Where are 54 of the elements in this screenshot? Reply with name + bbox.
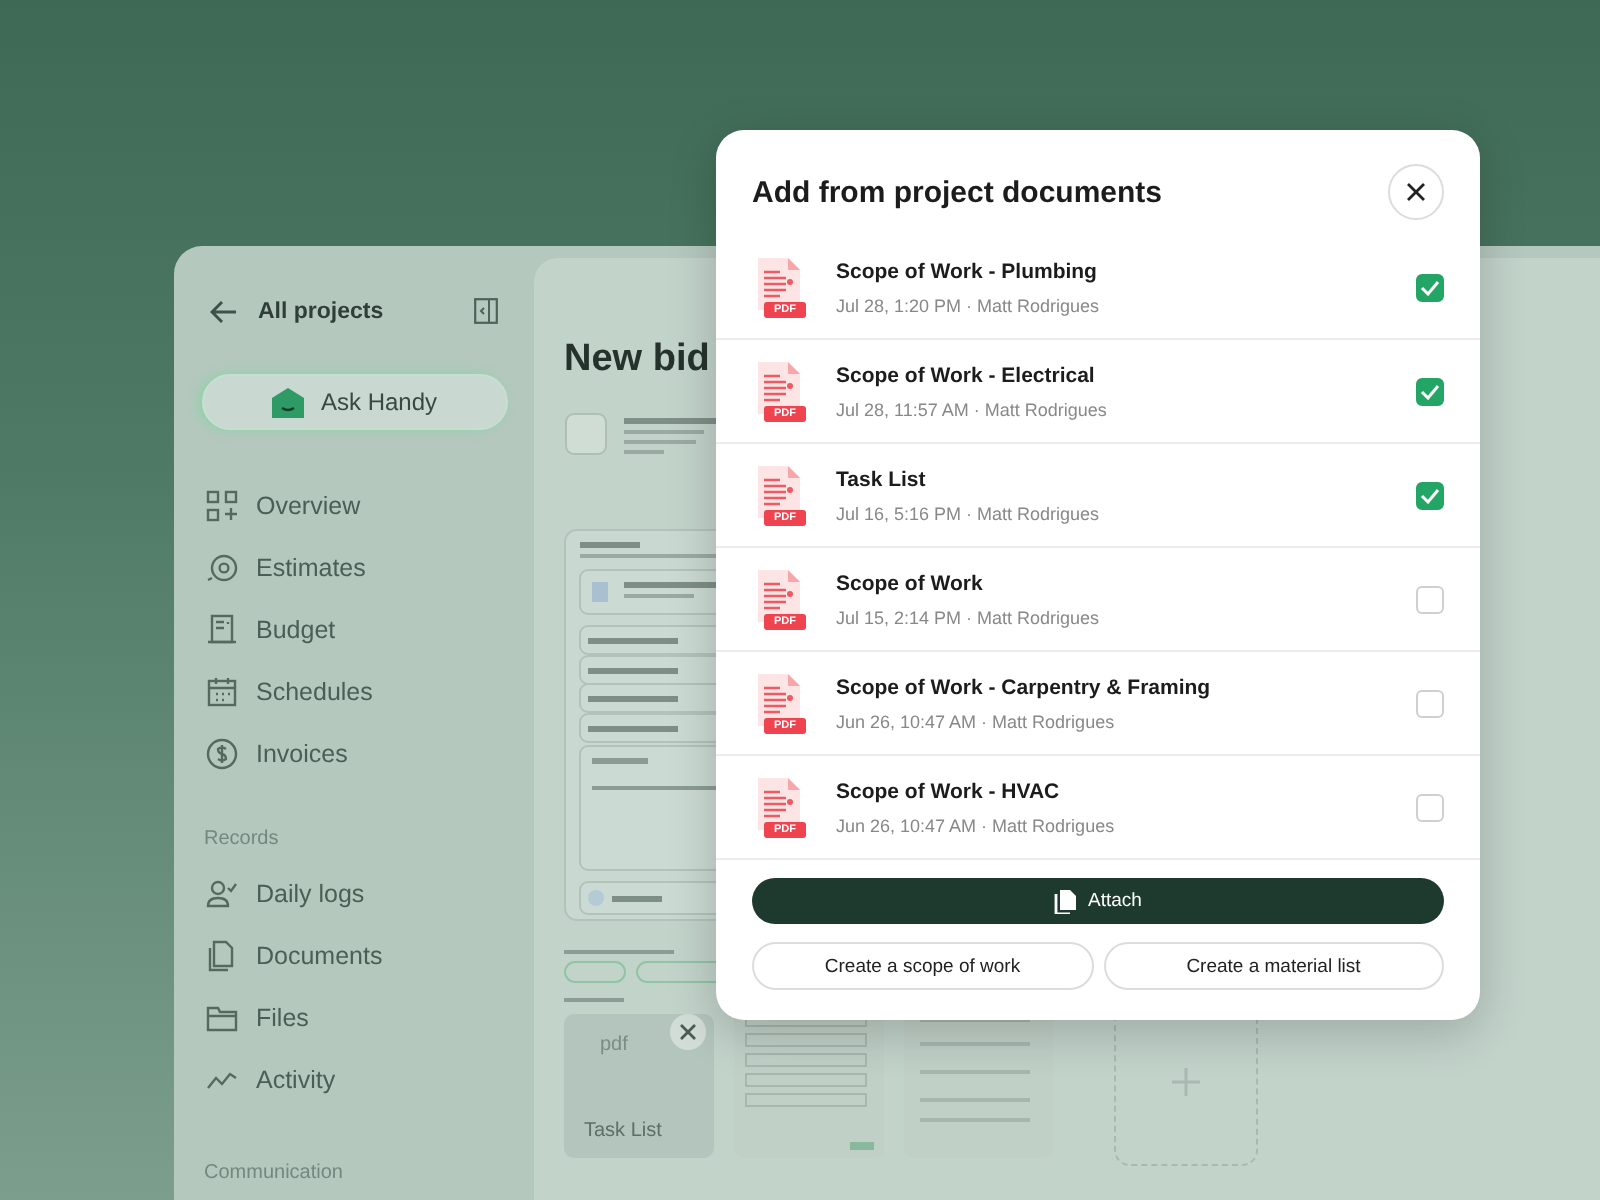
nav-item[interactable]: Activity (204, 1048, 508, 1110)
sidebar-toggle-icon[interactable] (474, 298, 498, 324)
person-check-icon (206, 877, 238, 909)
document-name: Task List (836, 467, 928, 491)
receipt-icon (206, 613, 238, 645)
document-name: Scope of Work - Plumbing (836, 259, 1099, 283)
checkbox[interactable] (1416, 481, 1444, 509)
house-icon (272, 387, 305, 417)
ask-handy-button[interactable]: Ask Handy (202, 374, 508, 430)
grid-icon (206, 489, 238, 521)
nav-item[interactable]: Schedules (204, 660, 508, 722)
folder-icon (206, 1001, 238, 1033)
back-arrow-icon[interactable] (210, 299, 238, 323)
file-name: Task List (584, 1120, 664, 1142)
document-meta: Jul 15, 2:14 PM · Matt Rodrigues (836, 607, 1102, 627)
create-button[interactable]: Create a material list (1103, 942, 1444, 990)
document-name: Scope of Work - Carpentry & Framing (836, 675, 1213, 699)
checkbox[interactable] (1416, 585, 1444, 613)
section-label: Records (204, 828, 281, 850)
nav-item[interactable]: Daily logs (204, 862, 508, 924)
close-icon[interactable] (670, 1014, 706, 1050)
nav-item[interactable]: Files (204, 986, 508, 1048)
nav-item[interactable]: Budget (204, 598, 508, 660)
create-button[interactable]: Create a scope of work (752, 942, 1093, 990)
plus-icon (1172, 1068, 1200, 1096)
document-meta: Jun 26, 10:47 AM · Matt Rodrigues (836, 711, 1117, 731)
dollar-icon (206, 737, 238, 769)
document-meta: Jul 28, 11:57 AM · Matt Rodrigues (836, 399, 1109, 419)
documents-icon (1054, 889, 1077, 913)
file-type-label: pdf (598, 1034, 630, 1056)
documents-icon (206, 939, 238, 971)
checkbox[interactable] (1416, 273, 1444, 301)
target-icon (206, 551, 238, 583)
back-link[interactable]: All projects (258, 299, 454, 323)
calendar-icon (206, 675, 238, 707)
document-meta: Jul 16, 5:16 PM · Matt Rodrigues (836, 503, 1102, 523)
attach-button[interactable]: Attach (752, 878, 1444, 924)
nav-item[interactable]: Estimates (204, 536, 508, 598)
close-icon (1406, 182, 1426, 202)
dialog-title: Add from project documents (752, 175, 1163, 209)
document-name: Scope of Work (836, 571, 985, 595)
checkbox[interactable] (1416, 689, 1444, 717)
checkbox[interactable] (1416, 793, 1444, 821)
checkbox[interactable] (1416, 377, 1444, 405)
close-button[interactable] (1388, 164, 1444, 220)
document-name: Scope of Work - HVAC (836, 779, 1062, 803)
nav-item[interactable]: Documents (204, 924, 508, 986)
page-title: New bid (564, 338, 710, 382)
nav-item[interactable]: Invoices (204, 722, 508, 784)
document-meta: Jun 26, 10:47 AM · Matt Rodrigues (836, 815, 1117, 835)
nav-item[interactable]: Overview (204, 474, 508, 536)
document-name: Scope of Work - Electrical (836, 363, 1097, 387)
section-label: Communication (204, 1162, 345, 1184)
document-meta: Jul 28, 1:20 PM · Matt Rodrigues (836, 295, 1102, 315)
